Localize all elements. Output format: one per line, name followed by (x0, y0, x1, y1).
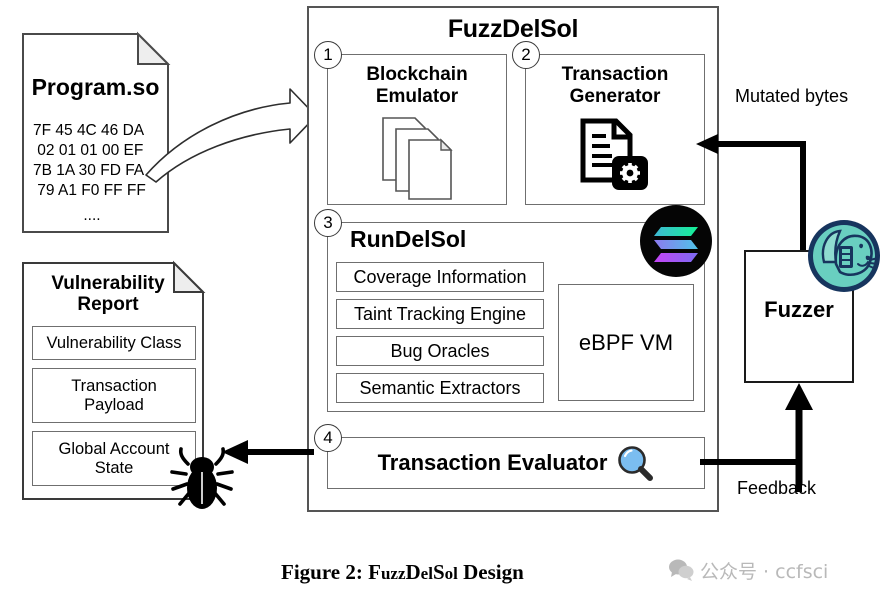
caption-suffix: Design (457, 560, 524, 584)
vulnerability-report-title-line2: Report (77, 294, 139, 315)
vulnerability-report-item-label-2: State (94, 458, 134, 477)
ebpf-vm-label: eBPF VM (578, 329, 674, 355)
wechat-icon (669, 559, 694, 581)
caption-name-uzz: uzz (380, 564, 406, 583)
rundelsol-item-label: Bug Oracles (390, 340, 490, 361)
caption-name-d: D (405, 560, 421, 584)
caption-name-s: S (432, 560, 445, 584)
stacked-documents-icon (382, 117, 453, 200)
transaction-evaluator-label: Transaction Evaluator (377, 450, 608, 475)
transaction-generator-label: Transaction Generator (525, 60, 705, 112)
vulnerability-report-item-payload[interactable]: Transaction Payload (32, 368, 196, 423)
rundelsol-item-coverage-information[interactable]: Coverage Information (336, 262, 544, 292)
blockchain-emulator-label-line1: Blockchain (366, 64, 468, 86)
rundelsol-item-taint-tracking-engine[interactable]: Taint Tracking Engine (336, 299, 544, 329)
blockchain-emulator-label-line2: Emulator (375, 86, 459, 107)
vulnerability-report-item-label: Global Account (58, 440, 170, 459)
step-number-2: 2 (512, 41, 540, 69)
step-number-3: 3 (314, 209, 342, 237)
feedback-label: Feedback (737, 478, 817, 498)
rundelsol-title: RunDelSol (350, 226, 467, 252)
step-number-4: 4 (314, 424, 342, 452)
transaction-generator-label-line2: Generator (569, 86, 661, 107)
document-gear-icon (580, 118, 648, 190)
ebpf-vm-box[interactable]: eBPF VM (558, 284, 694, 401)
fuzzdelsol-title: FuzzDelSol (447, 14, 579, 43)
caption-name-el: el (420, 564, 433, 583)
rundelsol-item-semantic-extractors[interactable]: Semantic Extractors (336, 373, 544, 403)
mutated-bytes-label: Mutated bytes (735, 86, 849, 106)
program-to-system-arrow (145, 88, 317, 183)
figure-caption: Figure 2: FuzzDelSol Design (281, 560, 524, 585)
vulnerability-report-item-label: Transaction (71, 377, 157, 396)
bug-icon (170, 447, 234, 509)
vulnerability-report-item-label: Vulnerability Class (46, 333, 182, 352)
vulnerability-report-item-class[interactable]: Vulnerability Class (32, 326, 196, 360)
feedback-to-fuzzer-arrow (785, 383, 813, 485)
rundelsol-item-label: Semantic Extractors (359, 377, 521, 398)
magnifier-icon (618, 446, 654, 481)
vulnerability-report-item-label-2: Payload (84, 395, 144, 414)
vulnerability-report-title: Vulnerability Report (22, 270, 194, 318)
program-file-ellipsis: .... (83, 206, 101, 224)
vulnerability-report-title-line1: Vulnerability (51, 272, 165, 294)
rundelsol-item-label: Coverage Information (353, 266, 527, 287)
transaction-generator-label-line1: Transaction (561, 64, 669, 86)
caption-prefix: Figure 2: (281, 560, 369, 584)
figure-canvas: Program.so 7F 45 4C 46 DA 02 01 01 00 EF… (0, 0, 893, 603)
mutated-bytes-arrow (696, 134, 806, 250)
rundelsol-item-label: Taint Tracking Engine (353, 303, 527, 324)
step-number-1: 1 (314, 41, 342, 69)
blockchain-emulator-label: Blockchain Emulator (327, 60, 507, 112)
caption-name-f: F (368, 560, 381, 584)
transaction-evaluator-label-row: Transaction Evaluator (327, 437, 705, 489)
rundelsol-item-bug-oracles[interactable]: Bug Oracles (336, 336, 544, 366)
watermark-text: 公众号 · ccfsci (700, 561, 829, 583)
caption-name-ol: ol (444, 564, 458, 583)
